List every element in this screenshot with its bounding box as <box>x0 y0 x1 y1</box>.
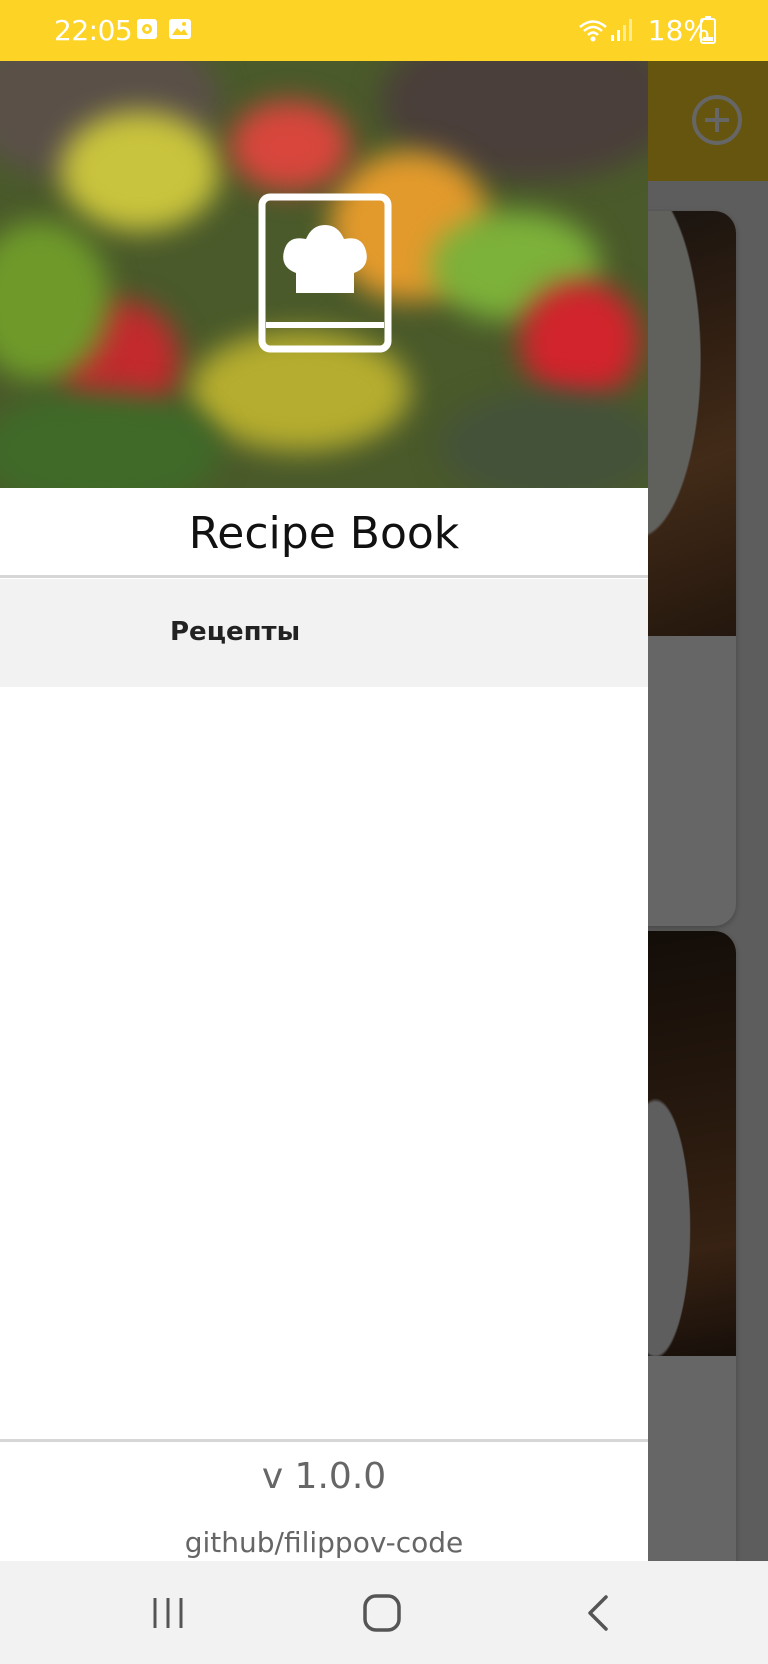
drawer-item-recipes[interactable]: Рецепты <box>0 579 648 687</box>
drawer-header-image <box>0 61 648 488</box>
status-bar: 22:05 18% <box>0 0 768 61</box>
signal-icon <box>610 18 634 46</box>
drawer-divider <box>0 575 648 578</box>
wifi-icon <box>578 18 608 48</box>
navigation-drawer: Recipe Book Рецепты v 1.0.0 github/filip… <box>0 61 648 1561</box>
home-icon[interactable] <box>360 1591 404 1635</box>
back-icon[interactable] <box>576 1591 620 1635</box>
recipe-book-chef-hat-icon <box>258 193 392 353</box>
settings-notification-icon <box>136 18 158 44</box>
battery-icon <box>700 16 716 48</box>
system-navigation-bar <box>0 1561 768 1664</box>
app-version: v 1.0.0 <box>261 1456 387 1497</box>
drawer-item-label: Рецепты <box>170 617 301 647</box>
github-link[interactable]: github/filippov-code <box>0 1526 648 1559</box>
recent-apps-icon[interactable] <box>146 1591 190 1635</box>
status-time: 22:05 <box>54 14 133 47</box>
drawer-divider <box>0 1439 648 1442</box>
image-notification-icon <box>168 18 192 44</box>
